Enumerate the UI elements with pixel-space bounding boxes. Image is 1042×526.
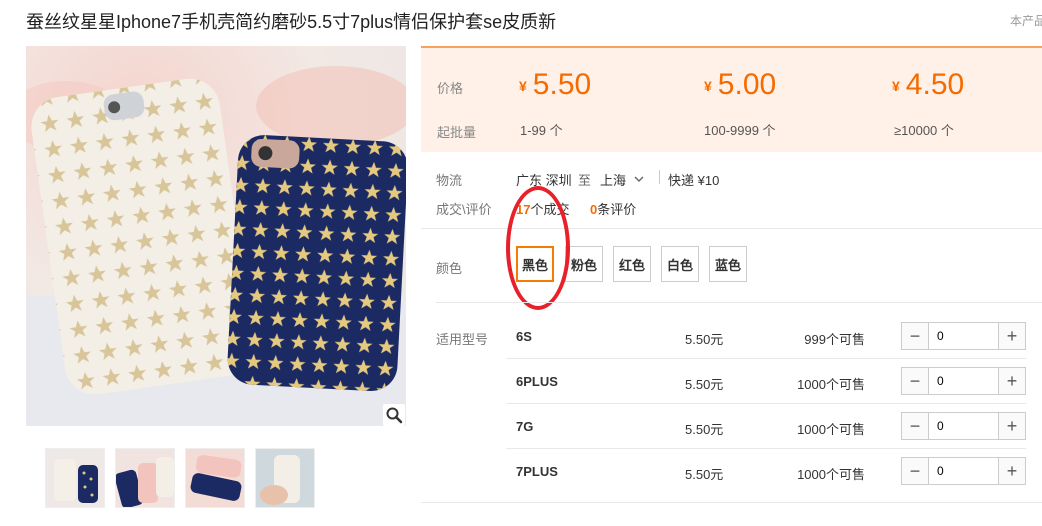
plus-icon[interactable]: + [998,458,1025,484]
qty-range-2: 100-9999 个 [704,123,776,138]
reviews-info[interactable]: 0条评价 [590,199,636,218]
model-name: 7G [516,419,534,434]
row-divider [506,403,1026,404]
min-qty-label: 起批量 [437,125,477,140]
thumbnail-2[interactable] [115,448,175,508]
plus-icon[interactable]: + [998,368,1025,394]
model-price: 5.50元 [685,467,724,482]
chevron-down-icon [634,171,644,186]
trade-label: 成交\评价 [436,202,492,217]
minus-icon[interactable]: − [902,458,929,484]
model-stock: 999个可售 [804,332,865,347]
deals-suffix: 个成交 [530,202,570,217]
product-title: 蚕丝纹星星Iphone7手机壳简约磨砂5.5寸7plus情侣保护套se皮质新 [26,12,557,32]
row-divider [506,448,1026,449]
magnifier-icon[interactable] [383,404,405,426]
model-price: 5.50元 [685,422,724,437]
quantity-stepper: − + [901,367,1026,395]
price-tier-1: ¥5.50 [519,68,591,102]
model-label: 适用型号 [436,332,489,347]
thumbnail-1[interactable] [45,448,105,508]
deals-info[interactable]: 17个成交 [516,199,569,218]
model-price: 5.50元 [685,377,724,392]
model-price: 5.50元 [685,332,724,347]
qty-range-1: 1-99 个 [520,123,563,138]
express-fee: 快递 ¥10 [668,173,720,188]
quantity-stepper: − + [901,322,1026,350]
logistics-divider [659,170,660,184]
plus-icon[interactable]: + [998,413,1025,439]
quantity-stepper: − + [901,412,1026,440]
currency-symbol: ¥ [892,78,900,94]
thumbnail-4[interactable] [255,448,315,508]
quantity-input[interactable] [929,368,998,394]
price-value: 5.50 [532,68,592,101]
price-panel: 价格 起批量 ¥5.50 ¥5.00 ¥4.50 1-99 个 100-9999… [421,46,1042,152]
currency-symbol: ¥ [704,78,712,94]
color-option-red[interactable]: 红色 [613,246,651,282]
price-tier-3: ¥4.50 [892,68,964,102]
price-value: 4.50 [905,68,965,101]
ship-to-select[interactable]: 上海 [600,170,644,189]
quantity-input[interactable] [929,458,998,484]
price-label: 价格 [437,81,464,96]
thumbnail-3[interactable] [185,448,245,508]
model-name: 6PLUS [516,374,558,389]
section-divider [436,302,1042,303]
plus-icon[interactable]: + [998,323,1025,349]
ship-from: 广东 深圳 [516,173,572,188]
model-stock: 1000个可售 [797,377,865,392]
model-stock: 1000个可售 [797,467,865,482]
thumbnail-strip [45,448,315,508]
qty-range-3: ≥10000 个 [894,123,954,138]
quantity-input[interactable] [929,323,998,349]
model-name: 6S [516,329,532,344]
minus-icon[interactable]: − [902,368,929,394]
section-divider [421,228,1042,229]
currency-symbol: ¥ [519,78,527,94]
minus-icon[interactable]: − [902,323,929,349]
deals-count: 17 [516,202,531,217]
reviews-suffix: 条评价 [597,202,637,217]
model-stock: 1000个可售 [797,422,865,437]
main-product-image[interactable] [26,46,406,426]
color-label: 颜色 [436,261,463,276]
ship-to-word: 至 [578,173,592,188]
row-divider [506,358,1026,359]
minus-icon[interactable]: − [902,413,929,439]
section-divider [421,502,1042,503]
quantity-input[interactable] [929,413,998,439]
color-option-black[interactable]: 黑色 [516,246,554,282]
color-option-blue[interactable]: 蓝色 [709,246,747,282]
ship-to-value: 上海 [600,173,627,188]
top-right-text[interactable]: 本产品 [1010,12,1042,29]
color-option-pink[interactable]: 粉色 [565,246,603,282]
price-value: 5.00 [717,68,777,101]
model-name: 7PLUS [516,464,558,479]
price-tier-2: ¥5.00 [704,68,776,102]
logistics-label: 物流 [436,173,463,188]
quantity-stepper: − + [901,457,1026,485]
color-option-white[interactable]: 白色 [661,246,699,282]
